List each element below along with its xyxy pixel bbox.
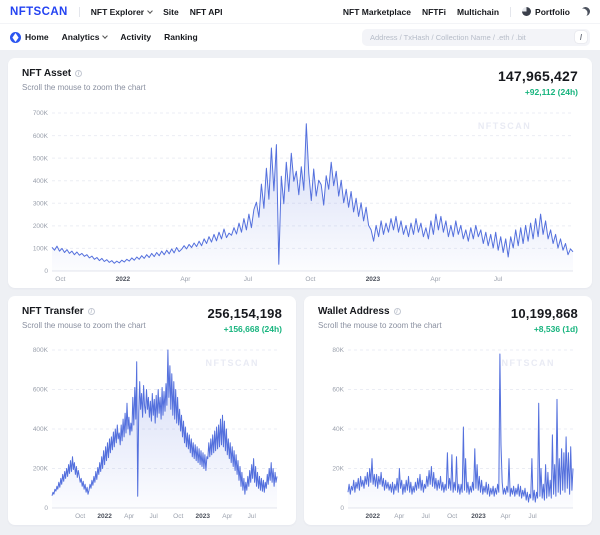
svg-text:600K: 600K (33, 133, 49, 140)
nft-transfer-change-badge: +156,668 (24h) (208, 324, 283, 334)
svg-text:0: 0 (340, 505, 344, 512)
svg-text:60K: 60K (332, 387, 344, 394)
card-header: NFT Transfer Scroll the mouse to zoom th… (22, 306, 282, 334)
nft-asset-chart[interactable]: 0 100K 200K 300K 400K 500K 600K 700K NFTSCAN Oct 2… (22, 99, 578, 284)
svg-text:Jul: Jul (494, 276, 503, 283)
nav-site[interactable]: Site (163, 7, 179, 17)
svg-text:Jul: Jul (150, 513, 159, 520)
svg-text:NFTSCAN: NFTSCAN (206, 358, 260, 368)
svg-text:100K: 100K (33, 246, 49, 253)
card-title: Wallet Address (318, 306, 442, 317)
svg-text:2023: 2023 (366, 276, 381, 283)
nav-ranking[interactable]: Ranking (164, 32, 198, 42)
search-placeholder: Address / TxHash / Collection Name / .et… (370, 33, 575, 42)
card-header: NFT Asset Scroll the mouse to zoom the c… (22, 68, 578, 97)
svg-text:2022: 2022 (366, 513, 381, 520)
chevron-down-icon (103, 33, 109, 39)
svg-text:600K: 600K (33, 387, 49, 394)
svg-text:Apr: Apr (222, 513, 233, 520)
top-navigation-bar: NFTSCAN NFT Explorer Site NFT API NFT Ma… (0, 0, 600, 23)
svg-text:500K: 500K (33, 155, 49, 162)
info-icon[interactable] (75, 70, 82, 77)
chevron-down-icon (147, 8, 153, 14)
nftscan-logo[interactable]: NFTSCAN (10, 6, 68, 18)
search-input[interactable]: Address / TxHash / Collection Name / .et… (362, 29, 590, 46)
slash-shortcut-badge: / (575, 31, 587, 43)
svg-text:Oct: Oct (447, 513, 457, 520)
svg-text:200K: 200K (33, 223, 49, 230)
nft-transfer-card: NFT Transfer Scroll the mouse to zoom th… (8, 296, 296, 525)
svg-text:Apr: Apr (180, 276, 191, 283)
nft-transfer-chart[interactable]: 0 200K 400K 600K 800K NFTSCAN Oct 2022 Apr Jul Oct… (22, 336, 282, 521)
svg-text:Jul: Jul (528, 513, 537, 520)
svg-text:700K: 700K (33, 110, 49, 117)
svg-text:Apr: Apr (394, 513, 405, 520)
dashboard-content: NFT Asset Scroll the mouse to zoom the c… (0, 50, 600, 533)
card-header: Wallet Address Scroll the mouse to zoom … (318, 306, 578, 334)
svg-text:40K: 40K (332, 426, 344, 433)
nav-nft-explorer[interactable]: NFT Explorer (91, 7, 152, 17)
svg-text:NFTSCAN: NFTSCAN (478, 121, 532, 131)
svg-text:300K: 300K (33, 200, 49, 207)
card-title: NFT Asset (22, 68, 146, 79)
svg-text:NFTSCAN: NFTSCAN (502, 358, 556, 368)
wallet-address-card: Wallet Address Scroll the mouse to zoom … (304, 296, 592, 525)
card-subtitle: Scroll the mouse to zoom the chart (22, 321, 146, 330)
wallet-address-change-badge: +8,536 (1d) (511, 324, 578, 334)
pie-chart-icon (522, 7, 531, 16)
svg-text:Jul: Jul (248, 513, 257, 520)
svg-text:Oct: Oct (55, 276, 65, 283)
svg-text:Oct: Oct (173, 513, 183, 520)
divider (79, 7, 80, 17)
nft-asset-change-badge: +92,112 (24h) (498, 87, 578, 97)
nav-nftfi[interactable]: NFTFi (422, 7, 446, 17)
svg-text:800K: 800K (33, 347, 49, 354)
nav-home[interactable]: Home (10, 32, 49, 43)
svg-text:Jul: Jul (244, 276, 253, 283)
svg-text:80K: 80K (332, 347, 344, 354)
bottom-cards-row: NFT Transfer Scroll the mouse to zoom th… (8, 296, 592, 525)
nft-asset-total-value: 147,965,427 (498, 68, 578, 84)
dark-mode-toggle-moon-icon[interactable] (581, 7, 590, 16)
svg-text:Apr: Apr (430, 276, 441, 283)
nav-analytics[interactable]: Analytics (62, 32, 108, 42)
info-icon[interactable] (88, 308, 95, 315)
svg-text:Jul: Jul (421, 513, 430, 520)
nft-asset-card: NFT Asset Scroll the mouse to zoom the c… (8, 58, 592, 288)
svg-text:200K: 200K (33, 466, 49, 473)
svg-text:2022: 2022 (116, 276, 131, 283)
wallet-address-total-value: 10,199,868 (511, 306, 578, 321)
ethereum-chain-icon (10, 32, 21, 43)
svg-text:0: 0 (44, 505, 48, 512)
nav-multichain[interactable]: Multichain (457, 7, 499, 17)
nft-transfer-total-value: 256,154,198 (208, 306, 283, 321)
svg-text:Apr: Apr (500, 513, 511, 520)
svg-text:20K: 20K (332, 466, 344, 473)
svg-text:2023: 2023 (196, 513, 211, 520)
svg-text:Oct: Oct (75, 513, 85, 520)
nav-nft-marketplace[interactable]: NFT Marketplace (343, 7, 411, 17)
svg-text:Apr: Apr (124, 513, 135, 520)
divider (510, 7, 511, 17)
card-title: NFT Transfer (22, 306, 146, 317)
svg-text:400K: 400K (33, 178, 49, 185)
wallet-address-chart[interactable]: 0 20K 40K 60K 80K NFTSCAN 2022 Apr Jul Oct 2023 Apr… (318, 336, 578, 521)
nav-portfolio[interactable]: Portfolio (522, 7, 570, 17)
card-subtitle: Scroll the mouse to zoom the chart (22, 83, 146, 92)
svg-text:2023: 2023 (471, 513, 486, 520)
info-icon[interactable] (394, 308, 401, 315)
svg-text:Oct: Oct (305, 276, 315, 283)
svg-text:0: 0 (44, 268, 48, 275)
svg-text:2022: 2022 (97, 513, 112, 520)
card-subtitle: Scroll the mouse to zoom the chart (318, 321, 442, 330)
nav-activity[interactable]: Activity (120, 32, 151, 42)
svg-text:400K: 400K (33, 426, 49, 433)
secondary-navigation-bar: Home Analytics Activity Ranking Address … (0, 23, 600, 50)
nav-nft-api[interactable]: NFT API (190, 7, 223, 17)
